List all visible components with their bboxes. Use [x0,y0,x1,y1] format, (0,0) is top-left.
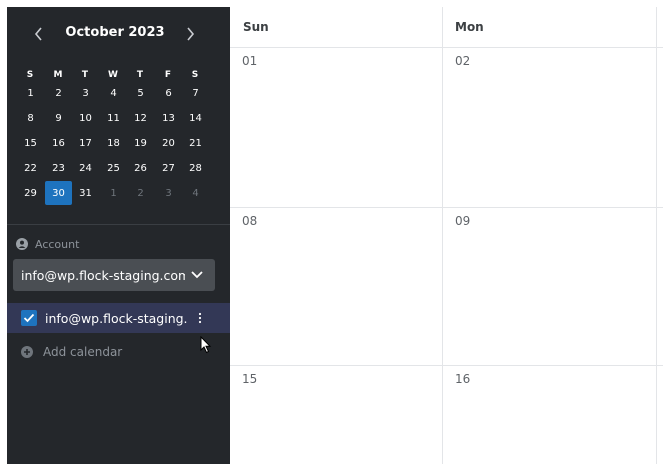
mini-calendar-day[interactable]: 4 [182,181,209,205]
sidebar-divider [7,224,230,225]
weekday-label: S [26,70,34,80]
mini-calendar-day[interactable]: 24 [72,156,99,180]
next-month-button[interactable] [178,22,202,46]
month-title: October 2023 [65,25,165,40]
mini-calendar-day[interactable]: 22 [17,156,44,180]
mini-calendar-day[interactable]: 20 [155,131,182,155]
calendar-more-button[interactable] [191,307,209,329]
mini-calendar-day[interactable]: 12 [127,106,154,130]
window-border-top [0,0,663,7]
day-number: 15 [242,372,258,386]
chevron-down-icon [191,271,203,279]
calendar-checkbox[interactable] [21,310,37,326]
prev-month-button[interactable] [27,22,51,46]
mini-calendar-day[interactable]: 3 [72,81,99,105]
mini-calendar-day[interactable]: 8 [17,106,44,130]
weekday-label: S [191,70,199,80]
account-dropdown-button[interactable] [185,263,209,287]
sidebar: October 2023 SMTWTFS 1 2 3 4 5 6 7 8 9 10 11 12 13 14… [7,7,230,464]
add-calendar-button[interactable]: Add calendar [21,343,122,361]
day-cell[interactable]: 15 [230,366,442,464]
mini-calendar-day[interactable]: 3 [155,181,182,205]
column-header-label: Mon [455,20,484,34]
column-header-label: Sun [243,20,269,34]
calendar-list-item[interactable]: info@wp.flock-staging... [7,303,230,333]
account-select[interactable]: info@wp.flock-staging.com [13,259,215,291]
mini-calendar-day[interactable]: 2 [127,181,154,205]
user-circle-icon [16,238,28,250]
grid-divider-vertical [656,7,657,464]
mini-calendar-day[interactable]: 27 [155,156,182,180]
checkmark-icon [23,313,35,323]
day-number: 01 [242,54,258,68]
mini-calendar-day[interactable]: 28 [182,156,209,180]
mini-calendar-day[interactable]: 19 [127,131,154,155]
selected-day[interactable]: 30 [45,181,72,205]
mini-calendar-day[interactable]: 17 [72,131,99,155]
account-select-value: info@wp.flock-staging.com [21,267,185,283]
weekday-label: T [136,70,144,80]
day-number: 02 [455,54,471,68]
mini-calendar-day[interactable]: 1 [17,81,44,105]
mini-calendar-day[interactable]: 25 [100,156,127,180]
window-border-left [0,0,7,464]
mini-calendar-header: October 2023 [7,7,230,63]
weekday-label: F [164,70,172,80]
mini-calendar-day[interactable]: 6 [155,81,182,105]
column-header-sun: Sun [230,7,442,48]
calendar-name: info@wp.flock-staging... [45,310,187,326]
mini-calendar-day[interactable]: 14 [182,106,209,130]
mini-calendar-day[interactable]: 29 [17,181,44,205]
day-cell[interactable]: 16 [443,366,656,464]
day-cell[interactable]: 01 [230,48,442,207]
mouse-cursor-icon [200,336,212,354]
mini-calendar-day[interactable]: 9 [45,106,72,130]
day-number: 09 [455,214,471,228]
month-grid: Sun Mon 01 02 08 09 15 16 [230,7,663,464]
day-cell[interactable]: 08 [230,208,442,365]
weekday-label: W [108,70,118,80]
mini-calendar-day[interactable]: 13 [155,106,182,130]
day-number: 16 [455,372,471,386]
mini-calendar-days: 1 2 3 4 5 6 7 8 9 10 11 12 13 14 15 16 17 18 19 20 21 22 23 24 2… [18,87,225,217]
account-label: Account [35,237,80,251]
mini-calendar-day[interactable]: 23 [45,156,72,180]
day-cell[interactable]: 09 [443,208,656,365]
mini-calendar-day[interactable]: 1 [100,181,127,205]
mini-calendar-day[interactable]: 7 [182,81,209,105]
mini-calendar-day[interactable]: 21 [182,131,209,155]
mini-calendar-day[interactable]: 15 [17,131,44,155]
day-number: 08 [242,214,258,228]
mini-calendar-day[interactable]: 18 [100,131,127,155]
day-cell[interactable]: 02 [443,48,656,207]
mini-calendar-day[interactable]: 16 [45,131,72,155]
mini-calendar-day[interactable]: 31 [72,181,99,205]
mini-calendar-day[interactable]: 26 [127,156,154,180]
weekday-label: T [81,70,89,80]
plus-circle-icon [21,346,33,358]
mini-calendar-day[interactable]: 10 [72,106,99,130]
mini-calendar-day[interactable]: 2 [45,81,72,105]
chevron-right-icon [187,27,195,41]
mini-calendar-day[interactable]: 4 [100,81,127,105]
chevron-left-icon [34,27,42,41]
mini-calendar-day[interactable]: 11 [100,106,127,130]
more-vertical-icon [198,312,202,324]
column-header-mon: Mon [442,7,663,48]
mini-calendar-day[interactable]: 5 [127,81,154,105]
weekday-label: M [53,70,63,80]
account-label-row: Account [16,236,79,252]
add-calendar-label: Add calendar [43,345,123,359]
